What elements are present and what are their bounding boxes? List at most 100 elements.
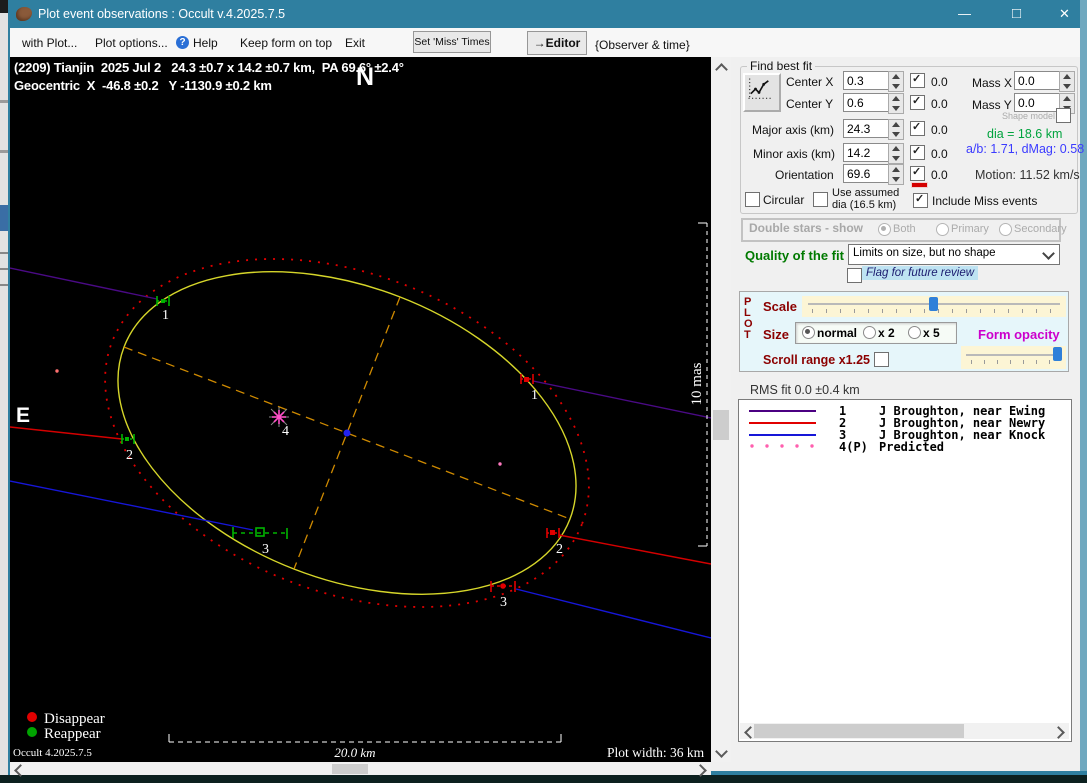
chord-3 <box>10 481 711 638</box>
mass-x-label: Mass X <box>972 76 1012 90</box>
flag-review-checkbox[interactable] <box>847 268 862 283</box>
mass-x-spinner[interactable] <box>1059 71 1075 92</box>
major-axis-label: Major axis (km) <box>752 123 834 137</box>
major-axis-spinner[interactable] <box>888 119 904 140</box>
minor-axis-sigma: 0.0 <box>931 147 948 161</box>
scroll-down-icon[interactable] <box>715 745 728 758</box>
center-y-fit-checkbox[interactable] <box>910 95 925 110</box>
menu-with-plot[interactable]: with Plot... <box>22 36 77 50</box>
double-stars-title: Double stars - show <box>749 221 863 235</box>
chord3-label: 3 <box>262 542 269 557</box>
ellipse-center-dot <box>344 430 351 437</box>
background-fragment <box>0 252 8 254</box>
size-normal-radio[interactable] <box>802 326 815 339</box>
find-best-fit-button[interactable] <box>743 73 781 112</box>
list-horizontal-scrollbar[interactable] <box>740 723 1069 739</box>
scale-slider-thumb[interactable] <box>929 297 938 311</box>
star-label: 4 <box>282 424 289 439</box>
ab-dmag-label: a/b: 1.71, dMag: 0.58 <box>966 142 1084 156</box>
scroll-range-checkbox[interactable] <box>874 352 889 367</box>
circular-checkbox[interactable] <box>745 192 760 207</box>
chord2-disappear-marker <box>547 528 559 538</box>
orientation-label: Orientation <box>775 168 834 182</box>
minor-axis-spinner[interactable] <box>888 143 904 164</box>
vertical-scroll-thumb[interactable] <box>713 410 729 440</box>
double-stars-both-radio[interactable] <box>878 223 891 236</box>
chord2-label: 2 <box>126 448 133 463</box>
quality-label: Quality of the fit <box>745 248 844 263</box>
scroll-left-icon[interactable] <box>14 764 27 777</box>
predicted-legend-dots <box>749 443 819 449</box>
observations-list[interactable]: 1 J Broughton, near Ewing 2 J Broughton,… <box>738 399 1072 742</box>
double-stars-secondary-label: Secondary <box>1014 223 1067 235</box>
shape-model-checkbox[interactable] <box>1056 108 1071 123</box>
orientation-fit-checkbox[interactable] <box>910 166 925 181</box>
predicted-dot <box>498 462 501 465</box>
plot-horizontal-scrollbar[interactable] <box>10 763 711 775</box>
window-title: Plot event observations : Occult v.4.202… <box>38 7 285 21</box>
menu-exit[interactable]: Exit <box>345 36 365 50</box>
minor-axis-fit-checkbox[interactable] <box>910 145 925 160</box>
occult-app: Plot event observations : Occult v.4.202… <box>0 0 1087 783</box>
maximize-button[interactable]: □ <box>994 0 1039 28</box>
scroll-range-label: Scroll range x1.25 <box>763 353 870 367</box>
scroll-up-icon[interactable] <box>715 63 728 76</box>
quality-dropdown[interactable]: Limits on size, but no shape <box>848 244 1060 265</box>
use-assumed-label-1: Use assumed <box>832 187 899 199</box>
list-scroll-thumb[interactable] <box>754 724 964 738</box>
include-miss-label: Include Miss events <box>932 194 1037 208</box>
reappear-legend-dot <box>27 727 37 737</box>
shape-model-label: Shape model <box>1002 111 1055 121</box>
background-fragment <box>0 100 8 103</box>
scroll-right-icon[interactable] <box>694 764 707 777</box>
background-fragment <box>0 205 8 231</box>
form-opacity-slider[interactable] <box>961 346 1066 369</box>
km-scale-label: 20.0 km <box>334 745 375 760</box>
circular-label: Circular <box>763 193 804 207</box>
size-label: Size <box>763 327 789 342</box>
menu-help[interactable]: Help <box>193 36 218 50</box>
title-bar: Plot event observations : Occult v.4.202… <box>8 0 1087 28</box>
use-assumed-label-2: dia (16.5 km) <box>832 199 896 211</box>
background-fragment <box>0 0 8 13</box>
minimize-button[interactable]: — <box>942 0 987 28</box>
double-stars-secondary-radio[interactable] <box>999 223 1012 236</box>
horizontal-scroll-thumb[interactable] <box>332 764 368 774</box>
chord3-label: 3 <box>500 595 507 610</box>
plot-area[interactable]: 1 1 2 2 3 3 4 10 mas 20.0 km <box>10 57 711 762</box>
include-miss-checkbox[interactable] <box>913 193 928 208</box>
form-opacity-slider-thumb[interactable] <box>1053 347 1062 361</box>
center-x-spinner[interactable] <box>888 71 904 92</box>
orientation-sigma: 0.0 <box>931 168 948 182</box>
chord1-legend-line <box>749 410 816 412</box>
scale-slider[interactable] <box>802 296 1066 317</box>
size-x2-label: x 2 <box>878 326 895 340</box>
scroll-right-icon[interactable] <box>1052 726 1065 739</box>
menu-keep-form-on-top[interactable]: Keep form on top <box>240 36 332 50</box>
plot-width-label: Plot width: 36 km <box>607 745 705 760</box>
center-x-fit-checkbox[interactable] <box>910 73 925 88</box>
chord2-label: 2 <box>556 542 563 557</box>
editor-button[interactable]: →Editor <box>527 31 587 55</box>
major-axis-sigma: 0.0 <box>931 123 948 137</box>
east-label: E <box>16 404 30 428</box>
major-axis-fit-checkbox[interactable] <box>910 121 925 136</box>
plot-vertical-scrollbar[interactable] <box>711 57 731 762</box>
background-fragment <box>0 284 8 286</box>
center-y-spinner[interactable] <box>888 93 904 114</box>
chord1-label: 1 <box>531 388 538 403</box>
obs-row-name[interactable]: Predicted <box>879 440 944 454</box>
use-assumed-checkbox[interactable] <box>813 192 828 207</box>
double-stars-primary-label: Primary <box>951 223 989 235</box>
rms-fit-label: RMS fit 0.0 ±0.4 km <box>750 383 860 397</box>
chord1-label: 1 <box>162 308 169 323</box>
double-stars-primary-radio[interactable] <box>936 223 949 236</box>
size-x2-radio[interactable] <box>863 326 876 339</box>
set-miss-times-button[interactable]: Set 'Miss' Times <box>413 31 491 53</box>
obs-row-num[interactable]: 4(P) <box>839 440 868 454</box>
menu-plot-options[interactable]: Plot options... <box>95 36 168 50</box>
size-x5-radio[interactable] <box>908 326 921 339</box>
window-border-right <box>1080 0 1087 775</box>
fit-chart-icon <box>745 75 773 103</box>
orientation-spinner[interactable] <box>888 164 904 185</box>
